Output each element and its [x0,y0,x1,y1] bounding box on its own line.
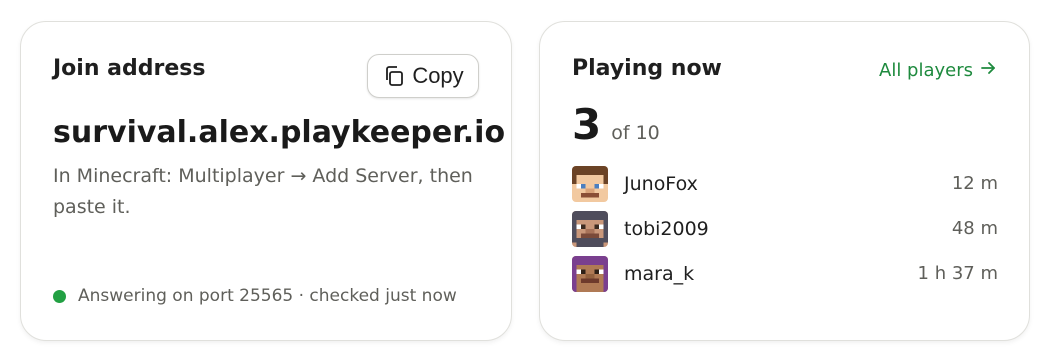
server-address: survival.alex.playkeeper.io [53,115,506,150]
arrow-right-icon [979,59,997,82]
player-avatar-icon [572,255,608,292]
copy-button[interactable]: Copy [367,54,479,98]
player-avatar-icon [572,210,608,247]
copy-icon [382,64,406,88]
status-dot-icon [53,289,66,303]
join-address-title: Join address [53,56,206,81]
player-count-value: 3 [572,100,602,149]
join-address-card: Join address Copy survival.alex.playkeep… [20,21,512,341]
list-item[interactable]: tobi2009 48 m [572,206,998,251]
join-hint: In Minecraft: Multiplayer → Add Server, … [53,165,473,218]
player-avatar-icon [572,165,608,202]
player-session-time: 12 m [951,173,998,194]
server-status: Answering on port 25565 · checked just n… [53,286,457,306]
player-session-time: 48 m [951,218,998,239]
player-list: JunoFox 12 m tobi2009 48 m mara_k 1 h 37… [572,161,998,296]
player-name: JunoFox [624,172,698,195]
player-count: 3 of 10 [572,100,660,149]
player-name: tobi2009 [624,217,709,240]
list-item[interactable]: mara_k 1 h 37 m [572,251,998,296]
all-players-label: All players [879,60,973,81]
server-status-text: Answering on port 25565 · checked just n… [78,286,457,306]
list-item[interactable]: JunoFox 12 m [572,161,998,206]
playing-now-card: Playing now All players 3 of 10 JunoFox … [539,21,1030,341]
player-name: mara_k [624,262,695,285]
copy-button-label: Copy [412,63,464,88]
all-players-link[interactable]: All players [879,59,997,82]
player-session-time: 1 h 37 m [917,263,998,284]
player-count-max: of 10 [611,122,660,144]
playing-now-title: Playing now [572,56,722,81]
